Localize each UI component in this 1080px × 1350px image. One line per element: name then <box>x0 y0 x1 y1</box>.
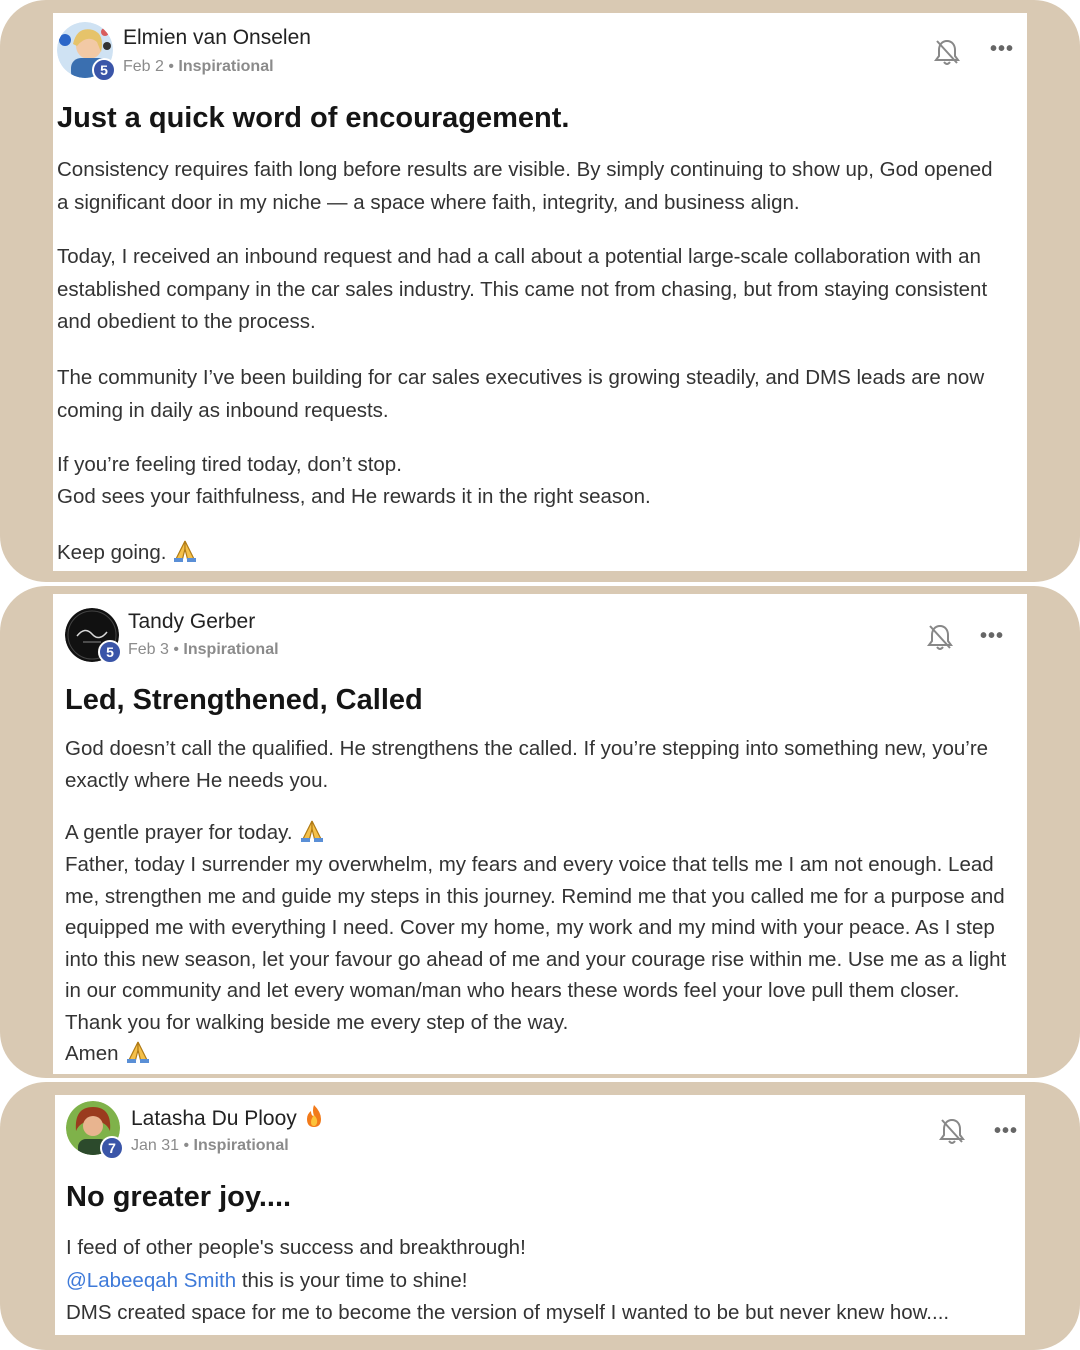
post-card[interactable]: 5 Elmien van Onselen Feb 2 • Inspiration… <box>53 13 1027 571</box>
meta-separator: • <box>163 58 179 75</box>
post-card[interactable]: 7 Latasha Du Plooy Jan 31 • Inspirationa… <box>55 1095 1025 1335</box>
folded-hands-emoji <box>126 1041 149 1063</box>
author-name[interactable]: Latasha Du Plooy <box>131 1104 325 1131</box>
post-paragraph: God doesn’t call the qualified. He stren… <box>65 737 989 792</box>
post-paragraph: Father, today I surrender my overwhelm, … <box>65 853 1007 1034</box>
post-title[interactable]: Led, Strengthened, Called <box>65 684 423 717</box>
post-text: this is your time to shine! <box>236 1269 468 1292</box>
author-name[interactable]: Elmien van Onselen <box>123 26 311 50</box>
post-title[interactable]: Just a quick word of encouragement. <box>57 102 569 135</box>
bell-off-icon[interactable] <box>926 622 954 652</box>
post-paragraph: Amen <box>65 1038 1015 1070</box>
post-category[interactable]: Inspirational <box>183 641 278 658</box>
post-paragraph: Consistency requires faith long before r… <box>57 158 993 214</box>
post-paragraph: @Labeeqah Smith this is your time to shi… <box>66 1265 1016 1298</box>
post-meta: Feb 2 • Inspirational <box>123 58 274 76</box>
fire-emoji <box>306 1105 321 1127</box>
folded-hands-emoji <box>300 820 323 842</box>
post-meta: Jan 31 • Inspirational <box>131 1137 289 1155</box>
meta-separator: • <box>168 641 184 658</box>
post-text: Amen <box>65 1042 119 1065</box>
post-title[interactable]: No greater joy.... <box>66 1181 291 1214</box>
user-mention-link[interactable]: @Labeeqah Smith <box>66 1269 236 1292</box>
post-date: Jan 31 <box>131 1137 180 1154</box>
post-paragraph: If you’re feeling tired today, don’t sto… <box>57 453 402 476</box>
author-name-text: Latasha Du Plooy <box>131 1107 297 1130</box>
post-date: Feb 2 <box>123 58 164 75</box>
post-paragraph: I feed of other people's success and bre… <box>66 1236 526 1259</box>
bell-off-icon[interactable] <box>938 1116 966 1146</box>
post-category[interactable]: Inspirational <box>178 58 273 75</box>
post-category[interactable]: Inspirational <box>194 1137 289 1154</box>
author-name[interactable]: Tandy Gerber <box>128 610 255 634</box>
post-card[interactable]: 5 Tandy Gerber Feb 3 • Inspirational •••… <box>53 594 1027 1074</box>
more-options-icon[interactable]: ••• <box>994 1121 1018 1141</box>
level-badge: 7 <box>100 1136 124 1160</box>
post-paragraph: A gentle prayer for today. <box>65 817 1015 849</box>
meta-separator: • <box>179 1137 194 1154</box>
level-badge: 5 <box>98 640 122 664</box>
post-paragraph: DMS created space for me to become the v… <box>66 1301 950 1324</box>
folded-hands-emoji <box>174 540 197 562</box>
post-paragraph: Today, I received an inbound request and… <box>57 245 988 333</box>
post-paragraph: God sees your faithfulness, and He rewar… <box>57 485 651 508</box>
post-text: A gentle prayer for today. <box>65 821 293 844</box>
bell-off-icon[interactable] <box>933 37 961 67</box>
post-paragraph: The community I’ve been building for car… <box>57 366 985 422</box>
post-paragraph: Keep going. <box>57 537 1007 570</box>
post-text: Keep going. <box>57 541 167 564</box>
more-options-icon[interactable]: ••• <box>980 626 1004 646</box>
post-meta: Feb 3 • Inspirational <box>128 641 279 659</box>
level-badge: 5 <box>92 58 116 82</box>
post-date: Feb 3 <box>128 641 169 658</box>
more-options-icon[interactable]: ••• <box>990 39 1014 59</box>
